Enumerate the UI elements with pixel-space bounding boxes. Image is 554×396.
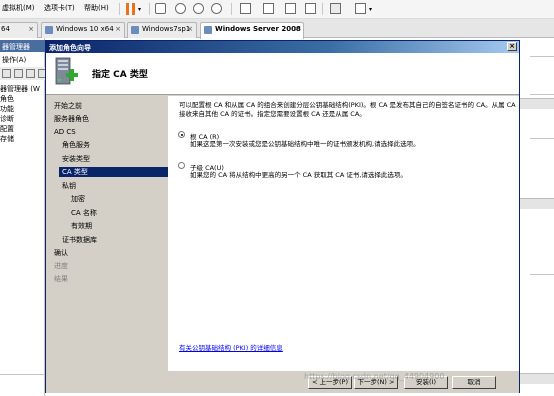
next-button[interactable]: 下一步(N) >: [354, 376, 398, 389]
forward-icon[interactable]: [14, 69, 23, 78]
server-manager-tree: 器管理器 (W 角色 功能 诊断 配置 存储: [0, 84, 45, 144]
nav-setup-type[interactable]: 安装类型: [62, 154, 90, 164]
pause-dropdown-icon[interactable]: ▾: [138, 6, 141, 13]
terminal-icon[interactable]: [330, 3, 341, 14]
tree-item-features[interactable]: 功能: [0, 104, 45, 114]
nav-server-roles[interactable]: 服务器角色: [54, 114, 89, 124]
nav-ca-name[interactable]: CA 名称: [71, 208, 97, 218]
vm-icon: [45, 26, 53, 34]
menubar-divider: [149, 3, 150, 15]
cancel-button[interactable]: 取消: [452, 376, 496, 389]
tab-label: 64: [1, 25, 10, 33]
tab-windows-server-2008[interactable]: Windows Server 2008 ×: [200, 22, 304, 39]
subordinate-ca-description: 如果您的 CA 将从结构中更高的另一个 CA 获取其 CA 证书,请选择此选项。: [190, 171, 407, 179]
install-button[interactable]: 安装(I): [404, 376, 448, 389]
unity-icon[interactable]: [305, 3, 316, 14]
tree-item-root[interactable]: 器管理器 (W: [0, 84, 45, 94]
menu-vm[interactable]: 虚拟机(M): [2, 3, 35, 13]
close-icon[interactable]: ×: [115, 25, 121, 33]
menubar-divider: [231, 3, 232, 15]
tab-vm-partial[interactable]: 64 ×: [0, 22, 38, 38]
console-view-icon[interactable]: [263, 3, 274, 14]
fullscreen-icon[interactable]: [285, 3, 296, 14]
wizard-header: 指定 CA 类型: [46, 53, 519, 95]
nav-cryptography[interactable]: 加密: [71, 194, 85, 204]
server-manager-title: 器管理器: [0, 40, 45, 52]
intro-text: 可以配置根 CA 和从属 CA 的组合来创建分层公钥基础结构(PKI)。根 CA…: [179, 101, 516, 118]
menu-tabs[interactable]: 选项卡(T): [44, 3, 75, 13]
close-button[interactable]: ×: [507, 42, 517, 51]
pane-divider: [530, 56, 554, 57]
pane-divider: [530, 94, 554, 95]
tab-windows-10[interactable]: Windows 10 x64 ×: [41, 22, 125, 38]
nav-confirmation[interactable]: 确认: [54, 248, 68, 258]
pane-header: [520, 198, 554, 209]
nav-certificate-database[interactable]: 证书数据库: [62, 235, 97, 245]
vm-icon: [204, 26, 212, 34]
wizard-title-bar: 添加角色向导 ×: [46, 41, 519, 53]
tab-label: Windows 10 x64: [56, 25, 114, 33]
console-tree-icon[interactable]: [26, 69, 35, 78]
pane-divider: [530, 274, 554, 275]
close-icon[interactable]: ×: [28, 25, 34, 33]
send-ctrl-alt-del-icon[interactable]: [155, 3, 166, 14]
wizard-content: 可以配置根 CA 和从属 CA 的组合来创建分层公钥基础结构(PKI)。根 CA…: [168, 96, 519, 371]
pane-header: [520, 373, 554, 384]
close-icon[interactable]: ×: [187, 25, 193, 33]
host-menubar: 虚拟机(M) 选项卡(T) 帮助(H) ▾ ▾: [0, 0, 554, 19]
nav-progress: 进度: [54, 262, 68, 270]
subordinate-ca-radio[interactable]: [178, 162, 185, 169]
nav-role-services[interactable]: 角色服务: [62, 140, 90, 150]
server-manager-window: 器管理器 操作(A) 器管理器 (W 角色 功能 诊断 配置 存储: [0, 38, 47, 396]
root-ca-description: 如果这是第一次安装或您是公钥基础结构中唯一的证书颁发机构,请选择此选项。: [190, 140, 420, 148]
vm-icon: [131, 26, 139, 34]
pane-divider: [530, 138, 554, 139]
wizard-nav: 开始之前 服务器角色 AD CS 角色服务 安装类型 CA 类型 私钥 加密 C…: [46, 96, 168, 371]
pki-help-link[interactable]: 有关公钥基础结构 (PKI) 的详细信息: [179, 342, 283, 352]
add-roles-wizard: 添加角色向导 × 指定 CA 类型 开始之前 服务器角色 AD CS 角色服务 …: [45, 40, 520, 393]
pause-icon[interactable]: [126, 3, 136, 15]
stretch-icon[interactable]: [355, 3, 366, 14]
server-manager-right-pane: [520, 38, 554, 396]
server-manager-statusbar: [0, 374, 45, 384]
tree-item-roles[interactable]: 角色: [0, 94, 45, 104]
root-ca-radio[interactable]: [178, 131, 185, 138]
wizard-title: 添加角色向导: [49, 44, 91, 52]
tree-item-storage[interactable]: 存储: [0, 134, 45, 144]
back-icon[interactable]: [2, 69, 11, 78]
server-manager-toolbar: [0, 67, 47, 80]
sidebar-view-icon[interactable]: [240, 3, 251, 14]
wizard-button-bar: < 上一步(P) 下一步(N) > 安装(I) 取消: [46, 371, 519, 393]
snapshot-manager-icon[interactable]: [211, 3, 222, 14]
snapshot-icon[interactable]: [175, 3, 186, 14]
nav-results: 结果: [54, 275, 68, 283]
server-add-icon: [55, 57, 78, 85]
stretch-dropdown-icon[interactable]: ▾: [369, 6, 372, 13]
page-title: 指定 CA 类型: [92, 70, 148, 80]
tree-item-configuration[interactable]: 配置: [0, 124, 45, 134]
tab-label: Windows Server 2008: [215, 25, 301, 33]
nav-private-key[interactable]: 私钥: [62, 181, 76, 191]
tab-windows-7[interactable]: Windows7sp1 ×: [127, 22, 197, 38]
tree-item-diagnostics[interactable]: 诊断: [0, 114, 45, 124]
close-icon[interactable]: ×: [294, 25, 300, 33]
previous-button[interactable]: < 上一步(P): [308, 376, 352, 389]
menubar-divider: [119, 3, 120, 15]
vm-tab-bar: 64 × Windows 10 x64 × Windows7sp1 × Wind…: [0, 19, 554, 39]
tab-label: Windows7sp1: [142, 25, 191, 33]
nav-ad-cs[interactable]: AD CS: [54, 127, 76, 137]
nav-ca-type[interactable]: CA 类型: [59, 167, 168, 177]
nav-before-you-begin[interactable]: 开始之前: [54, 101, 82, 111]
revert-snapshot-icon[interactable]: [193, 3, 204, 14]
menu-help[interactable]: 帮助(H): [84, 3, 109, 13]
pane-header: [520, 98, 554, 109]
nav-validity-period[interactable]: 有效期: [71, 221, 92, 231]
menubar-divider: [322, 3, 323, 15]
server-manager-menu-action[interactable]: 操作(A): [0, 54, 45, 66]
